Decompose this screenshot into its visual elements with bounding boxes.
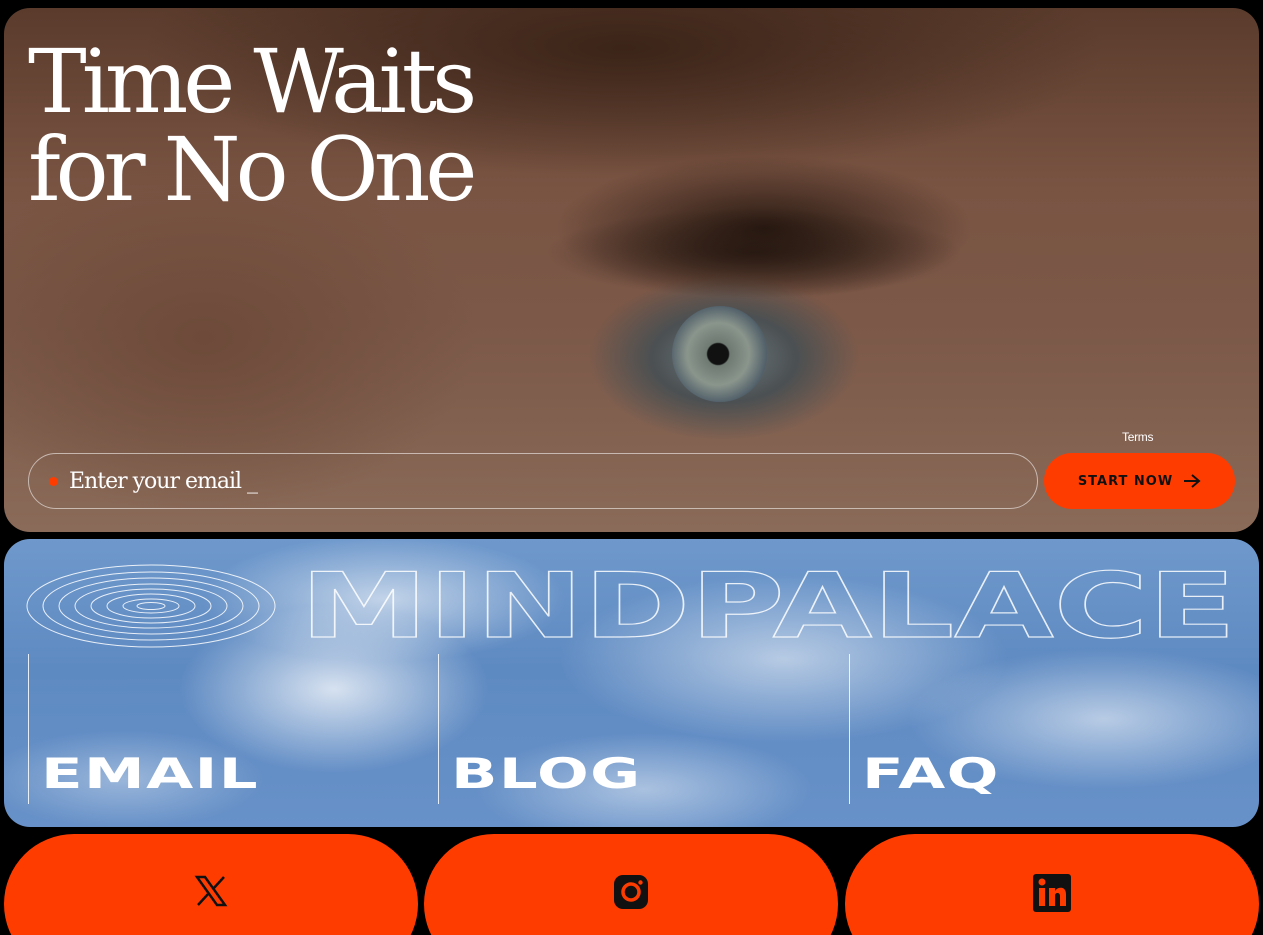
terms-link[interactable]: Terms <box>1122 430 1153 444</box>
nav-blog-label: BLOG <box>451 749 642 798</box>
hero-background-eye <box>672 306 768 402</box>
logo-rings-icon <box>26 564 276 648</box>
status-dot-icon <box>49 476 58 486</box>
hero-title-line2: for No One <box>28 118 477 221</box>
navigation-section: MINDPALACE EMAIL BLOG FAQ <box>4 539 1259 827</box>
linkedin-icon <box>1033 874 1071 912</box>
x-icon <box>194 875 228 907</box>
hero-section: Time Waits for No One Terms START NOW <box>4 8 1259 532</box>
arrow-right-icon <box>1184 474 1201 488</box>
email-field-container[interactable] <box>28 453 1038 509</box>
instagram-icon <box>614 875 648 909</box>
hero-title-line1: Time Waits <box>28 30 477 133</box>
start-now-label: START NOW <box>1077 473 1174 489</box>
social-x-button[interactable] <box>4 834 418 935</box>
brand-name: MINDPALACE <box>300 554 1236 645</box>
hero-title: Time Waits for No One <box>28 30 477 221</box>
email-input[interactable] <box>69 468 969 494</box>
nav-faq-label: FAQ <box>862 749 1000 798</box>
brand-wordmark: MINDPALACE <box>300 553 1237 645</box>
nav-item-faq[interactable]: FAQ <box>849 654 1259 804</box>
nav-item-email[interactable]: EMAIL <box>28 654 438 804</box>
hero-background-eyelid <box>544 208 964 298</box>
social-linkedin-button[interactable] <box>845 834 1259 935</box>
social-instagram-button[interactable] <box>424 834 838 935</box>
start-now-button[interactable]: START NOW <box>1044 453 1235 509</box>
nav-item-blog[interactable]: BLOG <box>438 654 848 804</box>
nav-email-label: EMAIL <box>41 749 260 798</box>
